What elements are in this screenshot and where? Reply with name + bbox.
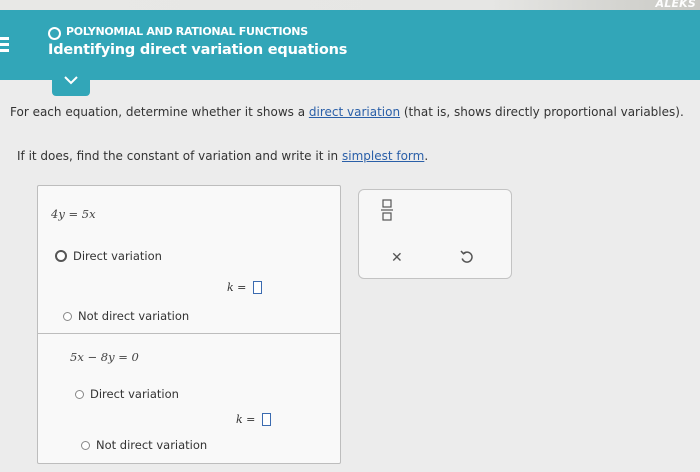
radio-button[interactable] <box>55 250 67 262</box>
radio-direct-variation-1[interactable]: Direct variation <box>55 249 162 263</box>
radio-button[interactable] <box>75 389 84 399</box>
radio-label: Direct variation <box>73 249 162 263</box>
simplest-form-link[interactable]: simplest form <box>342 149 424 163</box>
instruction-line-1: For each equation, determine whether it … <box>10 105 684 119</box>
instruction-text: (that is, shows directly proportional va… <box>400 105 684 119</box>
instruction-text: For each equation, determine whether it … <box>10 105 309 119</box>
radio-label: Not direct variation <box>78 309 190 323</box>
instruction-line-2: If it does, find the constant of variati… <box>17 149 428 163</box>
k-label: k = <box>227 281 247 294</box>
equation-1: 4y = 5x <box>51 207 96 221</box>
chevron-down-icon <box>64 76 78 85</box>
constant-input-1[interactable] <box>253 281 263 294</box>
menu-icon[interactable] <box>0 37 10 55</box>
instruction-text: If it does, find the constant of variati… <box>17 149 342 163</box>
k-label: k = <box>236 413 256 426</box>
problem-divider <box>37 333 340 334</box>
topic-circle-icon <box>48 27 61 40</box>
instruction-text: . <box>424 149 429 163</box>
header-bar: POLYNOMIAL AND RATIONAL FUNCTIONS Identi… <box>0 10 700 80</box>
collapse-tab[interactable] <box>52 70 90 96</box>
problems-panel <box>37 185 341 464</box>
undo-icon[interactable] <box>459 249 475 265</box>
brand-logo: ALEKS <box>655 0 696 10</box>
radio-not-direct-variation-1[interactable]: Not direct variation <box>63 309 189 323</box>
radio-button[interactable] <box>81 440 90 450</box>
x-icon[interactable]: ✕ <box>391 250 403 266</box>
equation-2: 5x − 8y = 0 <box>70 350 139 364</box>
constant-input-2[interactable] <box>262 413 272 426</box>
fraction-icon[interactable] <box>381 199 393 221</box>
radio-direct-variation-2[interactable]: Direct variation <box>75 387 179 401</box>
radio-label: Not direct variation <box>96 438 208 452</box>
constant-input-row-2: k = <box>236 413 272 426</box>
radio-label: Direct variation <box>90 387 179 401</box>
topic-label: POLYNOMIAL AND RATIONAL FUNCTIONS <box>66 25 308 38</box>
page-title: Identifying direct variation equations <box>48 42 348 58</box>
direct-variation-link[interactable]: direct variation <box>309 105 400 119</box>
radio-button[interactable] <box>63 311 72 321</box>
constant-input-row-1: k = <box>227 281 263 294</box>
radio-not-direct-variation-2[interactable]: Not direct variation <box>81 438 207 452</box>
